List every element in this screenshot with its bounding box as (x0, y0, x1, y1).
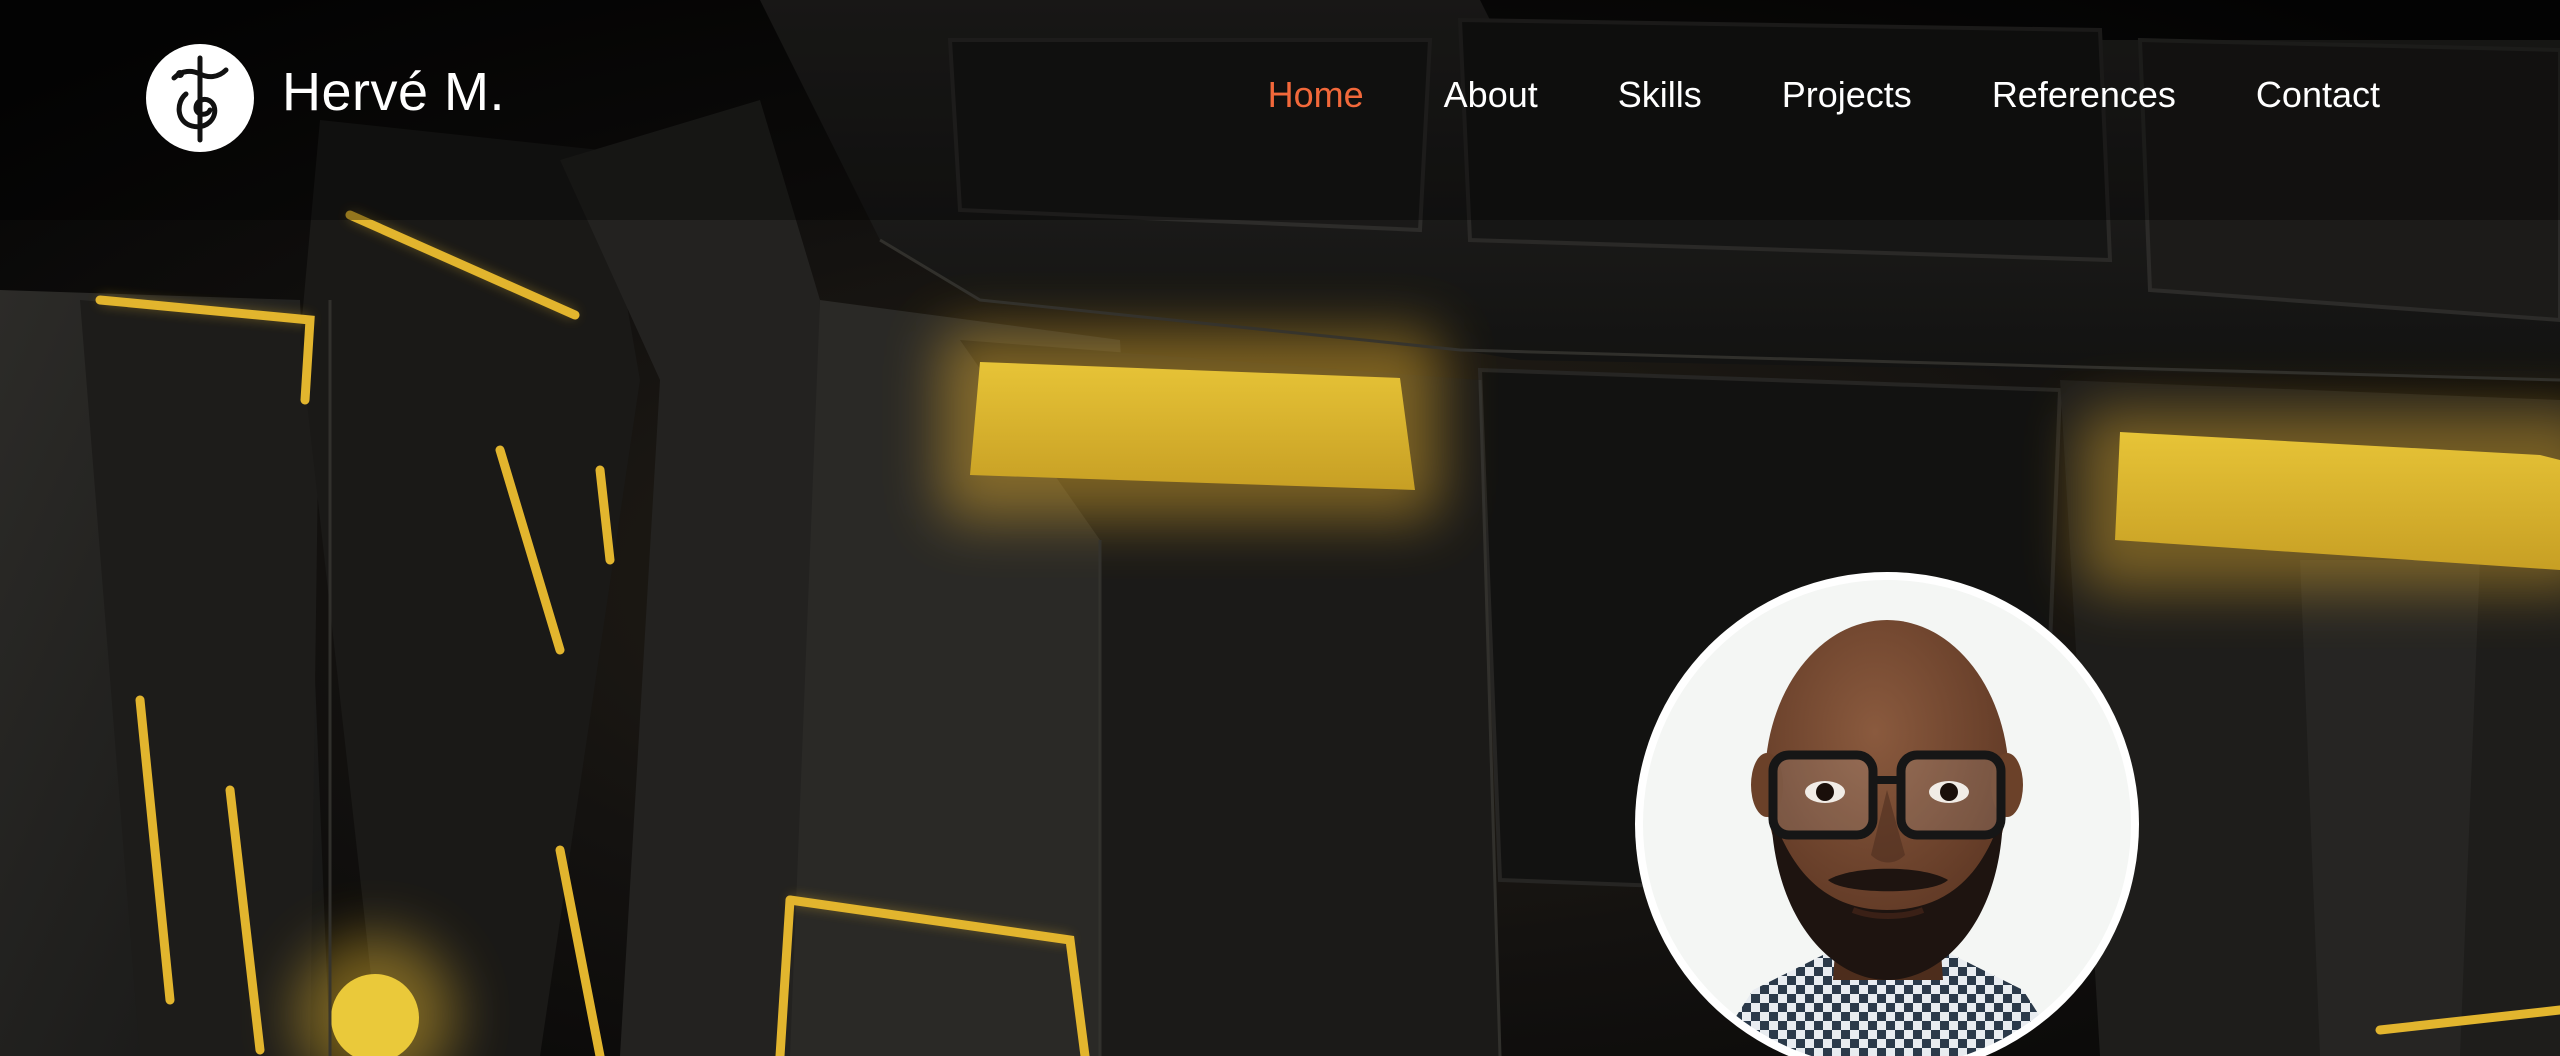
monogram-logo-icon (146, 44, 254, 152)
nav-item-projects[interactable]: Projects (1782, 74, 1912, 116)
nav-item-home[interactable]: Home (1268, 74, 1364, 116)
nav-item-contact[interactable]: Contact (2256, 74, 2380, 116)
nav-item-references[interactable]: References (1992, 74, 2176, 116)
site-title: Hervé M. (282, 62, 506, 122)
nav-item-skills[interactable]: Skills (1618, 74, 1702, 116)
home-logo-link[interactable]: Hervé M. (146, 44, 505, 152)
nav-item-about[interactable]: About (1444, 74, 1538, 116)
main-nav: Home About Skills Projects References Co… (1188, 74, 2380, 116)
site-header: Hervé M. Home About Skills Projects Refe… (0, 0, 2560, 200)
homepage: Hervé M. Home About Skills Projects Refe… (0, 0, 2560, 1056)
profile-photo (1635, 572, 2139, 1056)
